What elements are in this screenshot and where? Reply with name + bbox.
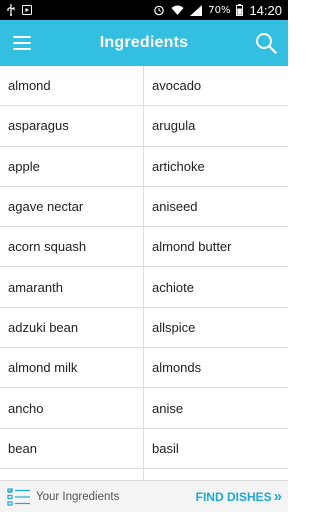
ingredient-item[interactable]: allspice bbox=[144, 308, 288, 349]
menu-bar-line bbox=[13, 42, 31, 44]
menu-button[interactable] bbox=[12, 33, 32, 53]
ingredients-grid: almond avocado asparagus arugula apple a… bbox=[0, 66, 288, 480]
ingredient-item[interactable]: bean bbox=[0, 428, 144, 469]
ingredient-item[interactable]: apple bbox=[0, 146, 144, 187]
find-dishes-label: FIND DISHES bbox=[195, 489, 272, 504]
signal-icon bbox=[190, 4, 203, 16]
menu-bar-line bbox=[13, 36, 31, 38]
wifi-icon bbox=[171, 5, 184, 16]
ingredient-item[interactable]: ancho bbox=[0, 388, 144, 429]
ingredient-item[interactable] bbox=[144, 469, 288, 480]
ingredient-item[interactable]: almond bbox=[0, 66, 144, 107]
status-right: 70% 14:20 bbox=[153, 3, 282, 18]
status-bar: 70% 14:20 bbox=[0, 0, 288, 20]
ingredient-item[interactable]: almond butter bbox=[144, 227, 288, 268]
bottom-bar: Your Ingredients FIND DISHES » bbox=[0, 480, 288, 512]
double-chevron-right-icon: » bbox=[273, 488, 282, 505]
ingredient-item[interactable]: avocado bbox=[144, 66, 288, 107]
ingredient-item[interactable]: artichoke bbox=[144, 147, 288, 187]
alarm-icon bbox=[153, 4, 165, 16]
play-store-icon bbox=[22, 4, 32, 16]
ingredient-item[interactable]: basil bbox=[144, 429, 288, 469]
ingredient-item[interactable]: adzuki bean bbox=[0, 307, 144, 349]
status-time: 14:20 bbox=[249, 2, 282, 18]
ingredient-item[interactable]: almond milk bbox=[0, 348, 144, 389]
status-left bbox=[6, 4, 32, 16]
ingredient-item[interactable]: acorn squash bbox=[0, 227, 144, 268]
your-ingredients-button[interactable]: Your Ingredients bbox=[36, 491, 119, 503]
page-title: Ingredients bbox=[99, 34, 189, 51]
search-button[interactable] bbox=[254, 31, 278, 55]
ingredient-item[interactable]: achiote bbox=[144, 267, 288, 308]
ingredient-item[interactable]: agave nectar bbox=[0, 186, 144, 228]
ingredient-item[interactable]: almonds bbox=[144, 348, 288, 389]
ingredient-item[interactable]: aniseed bbox=[144, 187, 288, 228]
search-icon bbox=[256, 33, 277, 54]
ingredient-item[interactable] bbox=[0, 468, 144, 480]
battery-percent: 70% bbox=[208, 4, 231, 16]
battery-icon bbox=[236, 4, 244, 16]
usb-icon bbox=[6, 4, 16, 16]
ingredient-item[interactable]: anise bbox=[144, 388, 288, 429]
ingredient-item[interactable]: amaranth bbox=[0, 267, 144, 308]
ingredient-item[interactable]: arugula bbox=[144, 106, 288, 147]
ingredient-item[interactable]: asparagus bbox=[0, 106, 144, 147]
app-bar: Ingredients bbox=[0, 20, 288, 66]
checklist-icon[interactable] bbox=[6, 486, 32, 508]
menu-bar-line bbox=[13, 48, 31, 50]
find-dishes-button[interactable]: FIND DISHES » bbox=[196, 481, 282, 512]
